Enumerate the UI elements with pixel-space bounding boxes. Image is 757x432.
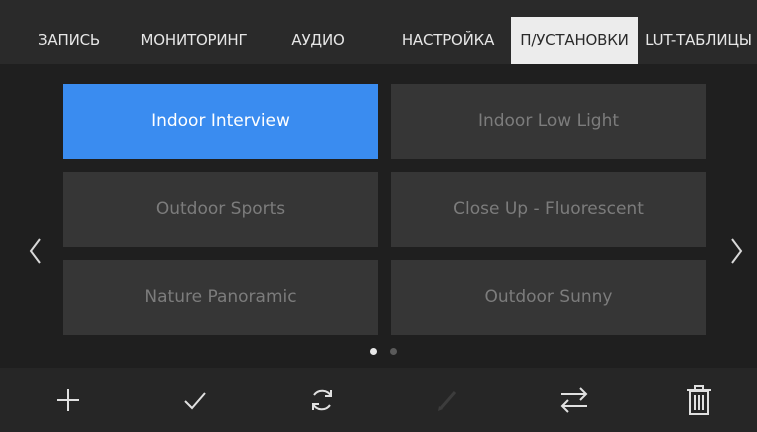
swap-arrows-icon: [560, 387, 588, 413]
bottom-toolbar: [0, 368, 757, 432]
load-preset-button[interactable]: [177, 382, 213, 418]
tab-audio[interactable]: АУДИО: [278, 17, 358, 64]
pencil-icon: [438, 391, 457, 411]
add-preset-button[interactable]: [50, 382, 86, 418]
check-icon: [184, 392, 206, 410]
page-indicator-dot-2: [390, 348, 397, 355]
tab-luts[interactable]: LUT-ТАБЛИЦЫ: [640, 17, 757, 64]
tab-record[interactable]: ЗАПИСЬ: [24, 17, 114, 64]
edit-preset-button[interactable]: [430, 382, 466, 418]
chevron-left-icon: [29, 238, 41, 264]
preset-outdoor-sunny[interactable]: Outdoor Sunny: [391, 260, 706, 335]
tab-setup[interactable]: НАСТРОЙКА: [392, 17, 504, 64]
preset-nature-panoramic[interactable]: Nature Panoramic: [63, 260, 378, 335]
next-page-button[interactable]: [726, 236, 746, 266]
previous-page-button[interactable]: [26, 236, 46, 266]
preset-close-up-fluorescent[interactable]: Close Up - Fluorescent: [391, 172, 706, 247]
tab-presets[interactable]: П/УСТАНОВКИ: [511, 17, 638, 64]
import-export-button[interactable]: [556, 382, 592, 418]
preset-outdoor-sports[interactable]: Outdoor Sports: [63, 172, 378, 247]
preset-indoor-low-light[interactable]: Indoor Low Light: [391, 84, 706, 159]
page-indicator-dot-1: [370, 348, 377, 355]
preset-indoor-interview[interactable]: Indoor Interview: [63, 84, 378, 159]
tab-bar: ЗАПИСЬ МОНИТОРИНГ АУДИО НАСТРОЙКА П/УСТА…: [0, 0, 757, 64]
plus-icon: [57, 389, 79, 411]
tab-monitoring[interactable]: МОНИТОРИНГ: [126, 17, 262, 64]
chevron-right-icon: [731, 238, 743, 264]
refresh-icon: [312, 389, 332, 411]
delete-preset-button[interactable]: [681, 382, 717, 418]
trash-icon: [687, 385, 711, 415]
update-preset-button[interactable]: [304, 382, 340, 418]
